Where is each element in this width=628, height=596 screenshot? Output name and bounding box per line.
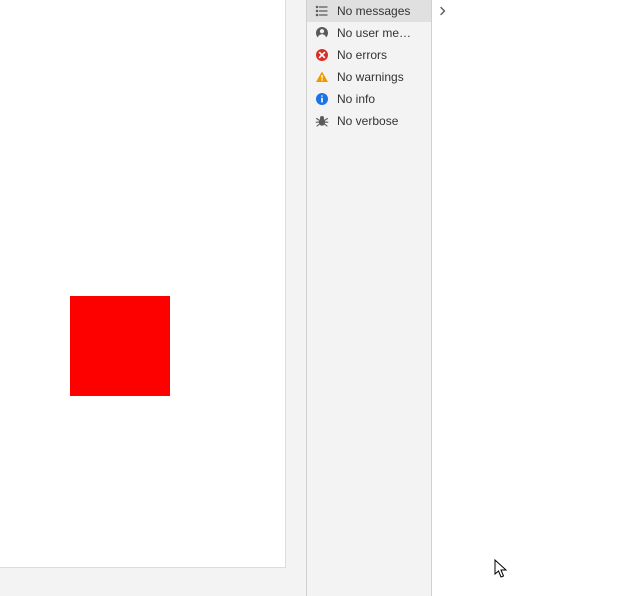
info-icon [315, 92, 329, 106]
console-pane: No messages No user me… [306, 0, 628, 596]
page-canvas [0, 0, 286, 568]
filter-warnings[interactable]: No warnings [307, 66, 431, 88]
chevron-right-icon[interactable] [436, 4, 450, 18]
red-square [70, 296, 170, 396]
filter-label: No info [337, 92, 375, 106]
filter-verbose[interactable]: No verbose [307, 110, 431, 132]
filter-label: No warnings [337, 70, 404, 84]
bug-icon [315, 114, 329, 128]
filter-errors[interactable]: No errors [307, 44, 431, 66]
filter-info[interactable]: No info [307, 88, 431, 110]
filter-label: No user me… [337, 26, 411, 40]
warning-icon [315, 70, 329, 84]
console-filter-list: No messages No user me… [307, 0, 432, 596]
user-icon [315, 26, 329, 40]
error-icon [315, 48, 329, 62]
list-icon [315, 4, 329, 18]
console-sidebar: No messages No user me… [306, 0, 628, 596]
preview-pane [0, 0, 306, 596]
filter-user-messages[interactable]: No user me… [307, 22, 431, 44]
console-detail-area [432, 0, 628, 596]
filter-label: No messages [337, 4, 410, 18]
filter-label: No errors [337, 48, 387, 62]
filter-messages[interactable]: No messages [307, 0, 431, 22]
app-root: No messages No user me… [0, 0, 628, 596]
filter-label: No verbose [337, 114, 398, 128]
